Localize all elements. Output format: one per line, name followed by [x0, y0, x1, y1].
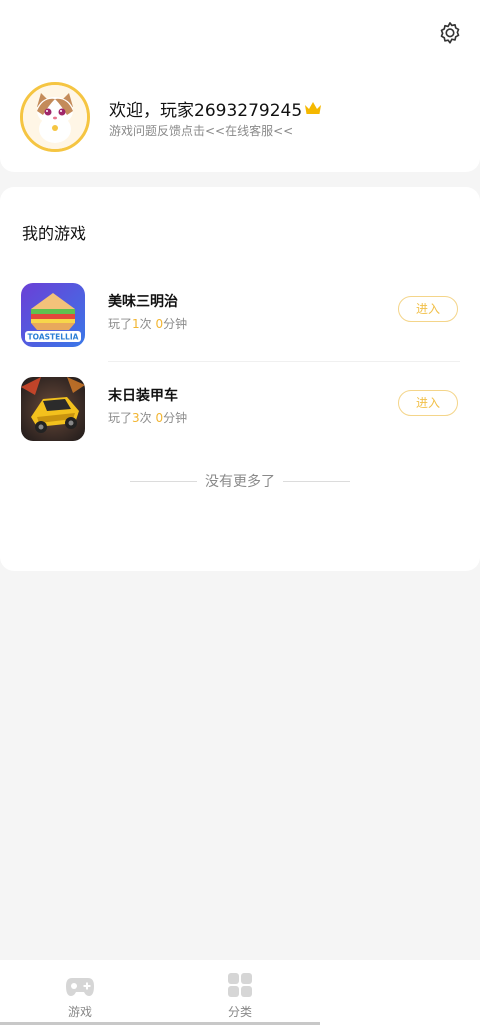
tab-indicator	[0, 1022, 160, 1025]
game-item[interactable]: 末日装甲车 玩了3次 0分钟 进入	[0, 377, 480, 457]
gamepad-icon	[66, 978, 94, 996]
tab-games[interactable]: 游戏	[0, 960, 160, 1027]
crown-icon	[305, 102, 322, 114]
play-minutes: 0	[155, 317, 164, 331]
section-title: 我的游戏	[22, 224, 87, 243]
game-stats: 玩了1次 0分钟	[108, 317, 188, 331]
armored-car-game-icon[interactable]	[21, 377, 85, 441]
tab-label: 游戏	[67, 1005, 92, 1019]
game-stats: 玩了3次 0分钟	[108, 411, 188, 425]
game-name: 美味三明治	[108, 294, 178, 310]
left-divider-line	[130, 480, 197, 482]
settings-gear-icon[interactable]	[436, 20, 464, 48]
divider	[108, 361, 460, 362]
tab-indicator	[160, 1022, 320, 1025]
no-more-text: 没有更多了	[205, 474, 275, 490]
avatar[interactable]	[20, 82, 90, 152]
svg-text:TOASTELLIA: TOASTELLIA	[28, 333, 79, 342]
play-count: 1	[132, 317, 140, 331]
game-name: 末日装甲车	[108, 388, 178, 404]
enter-button[interactable]: 进入	[398, 390, 458, 416]
no-more-indicator: 没有更多了	[130, 471, 350, 491]
cat-avatar-icon	[23, 85, 87, 149]
play-minutes: 0	[155, 411, 164, 425]
feedback-link[interactable]: 游戏问题反馈点击<<在线客服<<	[109, 122, 293, 139]
welcome-row: 欢迎，玩家2693279245	[109, 95, 322, 121]
tab-label: 分类	[227, 1005, 252, 1019]
profile-header: 欢迎，玩家2693279245 游戏问题反馈点击<<在线客服<<	[0, 0, 480, 172]
tab-categories[interactable]: 分类	[160, 960, 320, 1027]
grid-icon	[228, 973, 252, 997]
play-count: 3	[132, 411, 140, 425]
bottom-tab-bar: 游戏 分类	[0, 960, 480, 1027]
enter-button[interactable]: 进入	[398, 296, 458, 322]
game-item[interactable]: TOASTELLIA 美味三明治 玩了1次 0分钟 进入	[0, 283, 480, 363]
sandwich-game-icon[interactable]: TOASTELLIA	[21, 283, 85, 347]
my-games-card: 我的游戏 TOASTELLIA 美味三明治 玩了1次 0分钟 进入 末日装甲车 …	[0, 187, 480, 571]
right-divider-line	[283, 480, 350, 482]
welcome-text: 欢迎，玩家2693279245	[109, 100, 303, 121]
